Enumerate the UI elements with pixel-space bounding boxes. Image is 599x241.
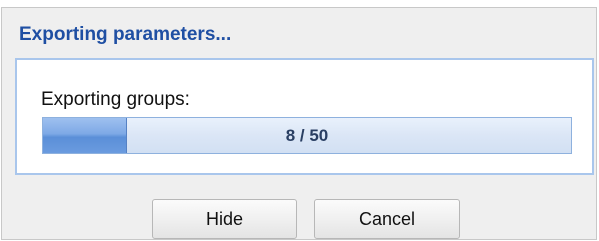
dialog-title: Exporting parameters...: [19, 24, 232, 45]
cancel-button[interactable]: Cancel: [314, 199, 460, 239]
progress-bar: 8 / 50: [42, 117, 572, 154]
progress-panel: Exporting groups: 8 / 50: [15, 58, 594, 175]
progress-text: 8 / 50: [285, 126, 329, 145]
hide-button[interactable]: Hide: [152, 199, 297, 239]
progress-label: Exporting groups:: [41, 89, 190, 110]
export-progress-dialog: Exporting parameters... Exporting groups…: [1, 7, 597, 240]
